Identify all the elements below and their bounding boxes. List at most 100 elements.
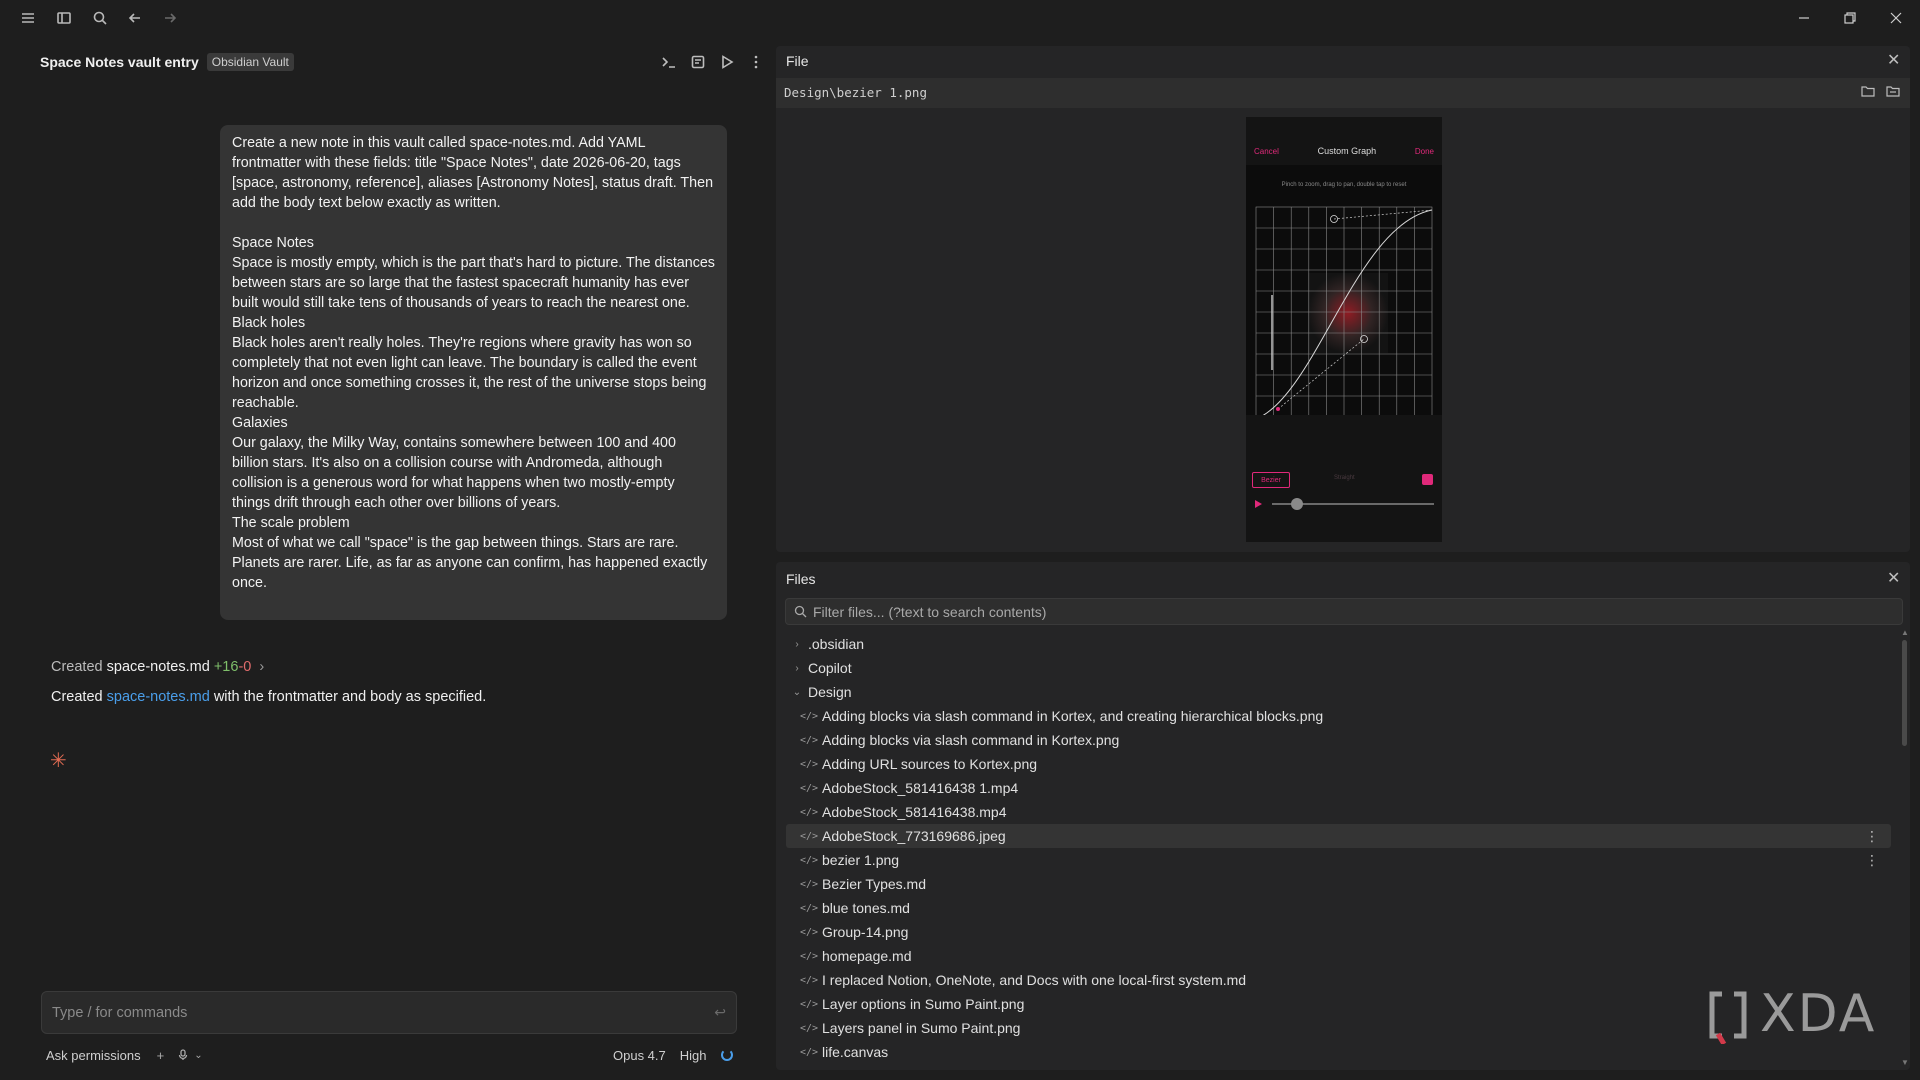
minimize-icon[interactable]	[1781, 0, 1827, 36]
scroll-up-icon[interactable]: ▲	[1901, 628, 1909, 637]
ask-permissions-button[interactable]: Ask permissions	[46, 1048, 141, 1063]
scroll-down-icon[interactable]: ▼	[1901, 1058, 1909, 1067]
mic-icon[interactable]	[178, 1049, 188, 1061]
row-menu-icon[interactable]: ⋮	[1865, 828, 1879, 845]
preview-canvas: Pinch to zoom, drag to pan, double tap t…	[1246, 165, 1442, 415]
file-code-icon: </>	[800, 806, 819, 818]
file-code-icon: </>	[800, 830, 819, 842]
file-created-summary[interactable]: Created space-notes.md +16-0 ›	[51, 659, 264, 675]
more-icon[interactable]	[741, 50, 770, 74]
chat-header: Space Notes vault entry Obsidian Vault	[40, 50, 294, 74]
file-name: Layers panel in Sumo Paint.png	[822, 1020, 1021, 1036]
file-row[interactable]: </> AdobeStock_773169686.jpeg ⋮	[786, 824, 1891, 848]
preview-straight-tab: Straight	[1334, 475, 1355, 481]
file-code-icon: </>	[800, 710, 819, 722]
chevron-down-icon[interactable]: ⌄	[786, 687, 808, 698]
preview-slider-thumb	[1291, 498, 1303, 510]
file-row[interactable]: </> homepage.md	[786, 944, 1891, 968]
preview-play-icon	[1255, 500, 1262, 508]
open-folder-icon[interactable]	[1861, 85, 1875, 97]
assistant-working-spark-icon: ✳	[50, 750, 67, 772]
folder-row[interactable]: › Copilot	[786, 656, 1891, 680]
file-name: Adding blocks via slash command in Korte…	[822, 708, 1324, 724]
restore-icon[interactable]	[1827, 0, 1873, 36]
chat-title: Space Notes vault entry	[40, 54, 199, 70]
xda-watermark-text: XDA	[1760, 984, 1877, 1044]
chat-footer-right: Opus 4.7 High	[613, 1045, 733, 1065]
file-name: life.canvas	[822, 1044, 889, 1060]
chat-footer-left: Ask permissions + ⌄	[46, 1045, 203, 1065]
chat-toolbar	[654, 50, 770, 74]
file-row[interactable]: </> Group-14.png	[786, 920, 1891, 944]
effort-selector[interactable]: High	[680, 1048, 707, 1063]
file-row[interactable]: </> Adding blocks via slash command in Ko…	[786, 704, 1891, 728]
file-code-icon: </>	[800, 926, 819, 938]
file-row[interactable]: </> Adding blocks via slash command in Ko…	[786, 728, 1891, 752]
expand-chevron-icon[interactable]: ›	[259, 659, 264, 675]
loading-spinner-icon	[720, 1049, 733, 1061]
file-code-icon: </>	[800, 878, 819, 890]
command-input-box[interactable]: ↩	[41, 991, 737, 1034]
file-code-icon: </>	[800, 950, 819, 962]
user-message-text: Create a new note in this vault called s…	[232, 135, 715, 591]
mic-dropdown-icon[interactable]: ⌄	[194, 1050, 202, 1061]
add-context-icon[interactable]: +	[157, 1048, 165, 1063]
row-menu-icon[interactable]: ⋮	[1865, 852, 1879, 869]
file-name: Bezier Types.md	[822, 876, 927, 892]
close-window-icon[interactable]	[1873, 0, 1919, 36]
file-row[interactable]: </> blue tones.md	[786, 896, 1891, 920]
file-name: blue tones.md	[822, 900, 910, 916]
file-filter-box[interactable]	[785, 598, 1903, 625]
result-prefix: Created	[51, 689, 103, 705]
file-code-icon: </>	[800, 854, 819, 866]
file-name: AdobeStock_581416438.mp4	[822, 804, 1007, 820]
file-row[interactable]: </> I replaced Notion, OneNote, and Docs …	[786, 968, 1891, 992]
back-icon[interactable]	[117, 0, 153, 36]
title-bar	[0, 0, 1920, 36]
menu-icon[interactable]	[10, 0, 46, 36]
files-pane-title: Files	[786, 571, 816, 587]
folder-name: Design	[808, 684, 852, 700]
file-row[interactable]: </> bezier 1.png ⋮	[786, 848, 1891, 872]
reveal-in-folder-icon[interactable]	[1886, 85, 1900, 97]
chevron-right-icon[interactable]: ›	[786, 639, 808, 650]
search-icon[interactable]	[82, 0, 118, 36]
file-name: I replaced Notion, OneNote, and Docs wit…	[822, 972, 1247, 988]
file-row[interactable]: </> Adding URL sources to Kortex.png	[786, 752, 1891, 776]
preview-done: Done	[1414, 146, 1434, 156]
command-input[interactable]	[52, 1004, 715, 1021]
file-code-icon: </>	[800, 974, 819, 986]
file-row[interactable]: </> AdobeStock_581416438 1.mp4	[786, 776, 1891, 800]
file-row[interactable]: </> AdobeStock_581416438.mp4	[786, 800, 1891, 824]
terminal-icon[interactable]	[654, 50, 683, 74]
file-name: AdobeStock_773169686.jpeg	[822, 828, 1006, 844]
file-tree-scrollbar[interactable]	[1902, 640, 1907, 746]
bezier-graph	[1255, 206, 1433, 415]
file-code-icon: </>	[800, 998, 819, 1010]
model-selector[interactable]: Opus 4.7	[613, 1048, 666, 1063]
file-code-icon: </>	[800, 902, 819, 914]
image-preview: Cancel Custom Graph Done Pinch to zoom, …	[1246, 117, 1442, 542]
folder-row[interactable]: ⌄ Design	[786, 680, 1891, 704]
run-icon[interactable]	[712, 50, 741, 74]
forward-icon[interactable]	[152, 0, 188, 36]
enter-icon[interactable]: ↩	[714, 1004, 726, 1021]
file-filter-input[interactable]	[813, 603, 1894, 620]
file-pane-close-icon[interactable]: ✕	[1887, 53, 1900, 69]
files-pane-close-icon[interactable]: ✕	[1887, 571, 1900, 587]
file-name: homepage.md	[822, 948, 912, 964]
new-chat-icon[interactable]	[683, 50, 712, 74]
file-row[interactable]: </> Bezier Types.md	[786, 872, 1891, 896]
file-code-icon: </>	[800, 758, 819, 770]
chevron-right-icon[interactable]: ›	[786, 663, 808, 674]
file-name: Group-14.png	[822, 924, 909, 940]
sidebar-toggle-icon[interactable]	[46, 0, 82, 36]
preview-copy-icon	[1422, 474, 1433, 485]
file-name: AdobeStock_581416438 1.mp4	[822, 780, 1019, 796]
file-name: Adding URL sources to Kortex.png	[822, 756, 1038, 772]
space-notes-link[interactable]: space-notes.md	[107, 689, 210, 705]
created-file-name: space-notes.md	[106, 659, 210, 675]
user-message-bubble: Create a new note in this vault called s…	[220, 125, 727, 620]
file-path-bar	[776, 78, 1910, 108]
folder-row[interactable]: › .obsidian	[786, 632, 1891, 656]
